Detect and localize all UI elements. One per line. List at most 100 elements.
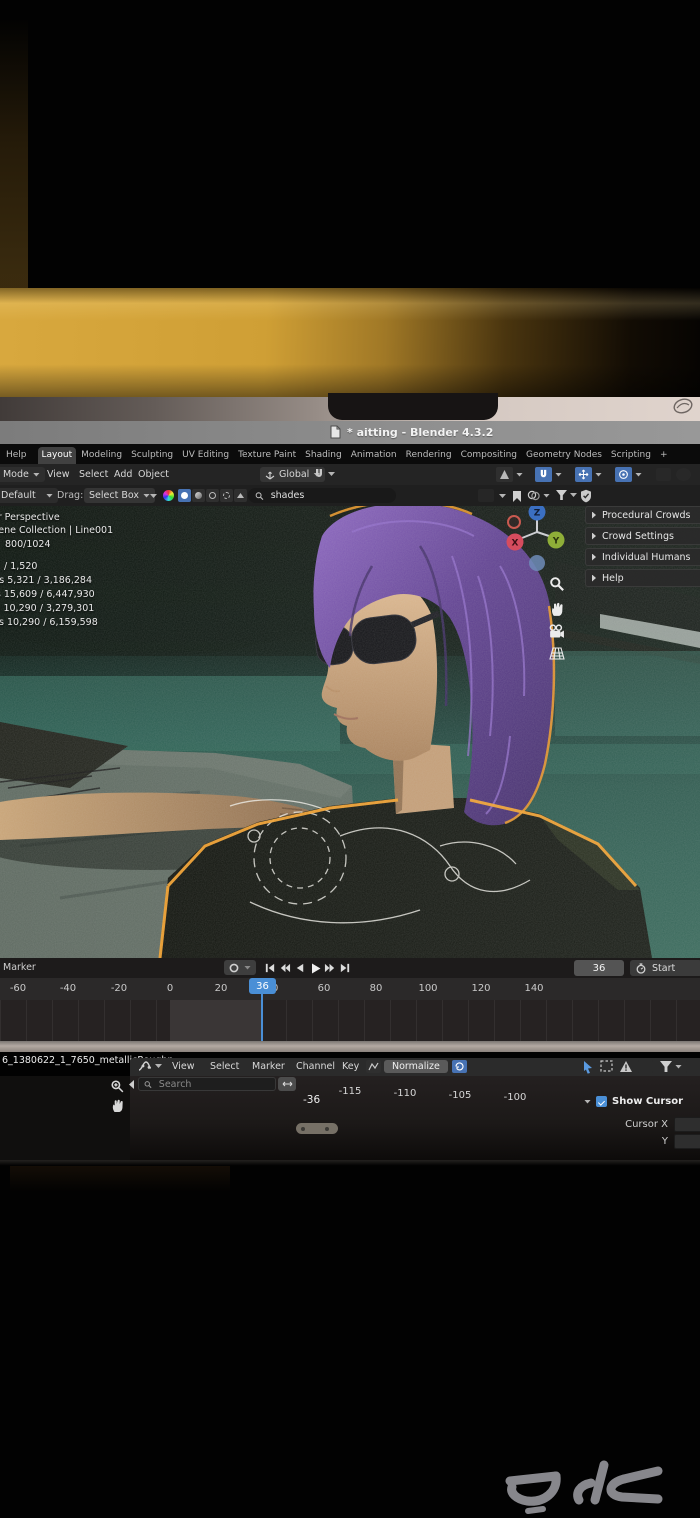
play-reverse-icon[interactable] [293, 960, 307, 976]
proportional-toggle[interactable] [615, 467, 642, 482]
pan-hand-icon[interactable] [549, 601, 565, 617]
add-workspace-button[interactable]: + [656, 447, 672, 464]
playhead-line[interactable] [261, 994, 263, 1041]
document-icon [330, 425, 341, 439]
mode-dropdown[interactable]: Object Mode [0, 467, 45, 482]
falloff-dropdown[interactable] [496, 467, 523, 482]
graph-menu-view[interactable]: View [172, 1061, 195, 1072]
prev-keyframe-icon[interactable] [278, 960, 292, 976]
jump-start-icon[interactable] [263, 960, 277, 976]
filter-dropdown[interactable] [556, 490, 577, 500]
tab-shading[interactable]: Shading [301, 447, 346, 464]
timeline-ruler[interactable]: -60 -40 -20 0 20 40 60 80 100 120 140 36 [0, 978, 700, 1000]
tab-rendering[interactable]: Rendering [402, 447, 456, 464]
pin-icon[interactable] [512, 490, 522, 502]
navigation-gizmo-xyz[interactable]: Z X Y [500, 506, 580, 580]
move-gizmo-toggle[interactable] [575, 467, 602, 482]
panel-individual-humans[interactable]: Individual Humans [585, 548, 700, 566]
panel-help[interactable]: Help [585, 569, 700, 587]
viewport-search-input[interactable] [269, 489, 389, 502]
menu-help[interactable]: Help [2, 447, 31, 464]
frame-start-field[interactable]: Start [630, 960, 700, 976]
tweak-arrow-icon[interactable] [582, 1060, 594, 1074]
normalize-auto-toggle[interactable] [452, 1060, 467, 1073]
shading-sphere-icon[interactable] [676, 468, 691, 481]
timeline-scrollbar[interactable] [0, 1041, 700, 1052]
menu-marker[interactable]: Marker [3, 962, 36, 973]
graph-2d-scrollbar[interactable] [296, 1123, 338, 1134]
shading-wire-icon[interactable] [220, 489, 233, 502]
graph-filter-dropdown[interactable] [660, 1061, 682, 1072]
select-mode-dropdown[interactable]: Select Box [84, 488, 155, 503]
chevron-down-icon[interactable] [499, 494, 506, 498]
panel-procedural-crowds[interactable]: Procedural Crowds [585, 506, 700, 524]
tab-geometry-nodes[interactable]: Geometry Nodes [522, 447, 606, 464]
orientation-label: Global [279, 469, 309, 480]
normalize-button[interactable]: Normalize [384, 1060, 448, 1073]
tab-layout[interactable]: Layout [38, 447, 77, 464]
channels-pan-hand-icon[interactable] [110, 1098, 125, 1113]
shading-material-icon[interactable] [192, 489, 205, 502]
color-wheel-icon[interactable] [163, 490, 174, 501]
overlays-dropdown[interactable] [527, 490, 550, 501]
show-cursor-checkbox[interactable] [596, 1096, 607, 1107]
next-keyframe-icon[interactable] [323, 960, 337, 976]
auto-keying-button[interactable] [224, 960, 256, 975]
frame-range-band [170, 1000, 262, 1041]
camera-view-icon[interactable] [548, 624, 565, 639]
chevron-right-icon [592, 533, 596, 540]
tool-preset-dropdown[interactable]: Default [0, 488, 58, 503]
bezel-brand-logo [672, 398, 694, 414]
play-icon[interactable] [308, 960, 322, 976]
menu-object[interactable]: Object [138, 469, 169, 480]
tick-label: 20 [215, 983, 228, 994]
tab-compositing[interactable]: Compositing [457, 447, 521, 464]
shading-preview-icon[interactable] [234, 489, 247, 502]
current-frame-field[interactable]: 36 [574, 960, 624, 976]
annotate-pill[interactable] [478, 489, 494, 502]
shading-render-icon[interactable] [206, 489, 219, 502]
channels-zoom-icon[interactable] [110, 1079, 125, 1094]
viewport-canvas[interactable]: User Perspective Scene Collection | Line… [0, 506, 700, 958]
menu-view[interactable]: View [47, 469, 70, 480]
overlay-popover-icon[interactable] [686, 1060, 700, 1073]
normalize-icon[interactable] [366, 1060, 381, 1073]
playhead-pill[interactable]: 36 [249, 978, 276, 994]
tab-texture-paint[interactable]: Texture Paint [234, 447, 300, 464]
window-titlebar[interactable]: * aitting - Blender 4.3.2 [0, 421, 700, 445]
graph-menu-select[interactable]: Select [210, 1061, 239, 1072]
cursor-x-field[interactable] [674, 1117, 700, 1132]
panel-crowd-settings[interactable]: Crowd Settings [585, 527, 700, 545]
shading-solid-icon[interactable] [178, 489, 191, 502]
tab-sculpting[interactable]: Sculpting [127, 447, 177, 464]
viewport-search-field[interactable] [248, 488, 396, 503]
menu-add[interactable]: Add [114, 469, 132, 480]
snap-toggle[interactable] [535, 467, 562, 482]
snap-magnet-button[interactable] [313, 468, 335, 480]
tab-animation[interactable]: Animation [347, 447, 401, 464]
graph-menu-channel[interactable]: Channel [296, 1061, 335, 1072]
graph-menu-key[interactable]: Key [342, 1061, 359, 1072]
box-select-icon[interactable] [600, 1060, 614, 1073]
screen-photo: * aitting - Blender 4.3.2 Help Layout Mo… [0, 0, 700, 1518]
timeline-tracks[interactable] [0, 1000, 700, 1041]
jump-end-icon[interactable] [338, 960, 352, 976]
tab-scripting[interactable]: Scripting [607, 447, 655, 464]
cursor-y-field[interactable] [674, 1134, 700, 1149]
tab-uv-editing[interactable]: UV Editing [178, 447, 233, 464]
search-expand-button[interactable] [278, 1077, 296, 1091]
graph-search-field[interactable] [138, 1077, 276, 1091]
chevron-down-icon[interactable] [584, 1100, 591, 1104]
tab-modeling[interactable]: Modeling [77, 447, 126, 464]
editor-type-dropdown[interactable] [138, 1060, 162, 1072]
shield-check-icon[interactable] [580, 489, 592, 503]
graph-menu-marker[interactable]: Marker [252, 1061, 285, 1072]
graph-search-input[interactable] [157, 1078, 270, 1091]
warning-icon[interactable] [619, 1060, 633, 1073]
chevron-down-icon [570, 493, 577, 497]
xray-icon[interactable] [656, 468, 671, 481]
ghost-curves-icon[interactable] [638, 1060, 653, 1073]
zoom-icon[interactable] [549, 576, 565, 592]
toggle-ortho-icon[interactable] [549, 647, 565, 660]
menu-select[interactable]: Select [79, 469, 108, 480]
